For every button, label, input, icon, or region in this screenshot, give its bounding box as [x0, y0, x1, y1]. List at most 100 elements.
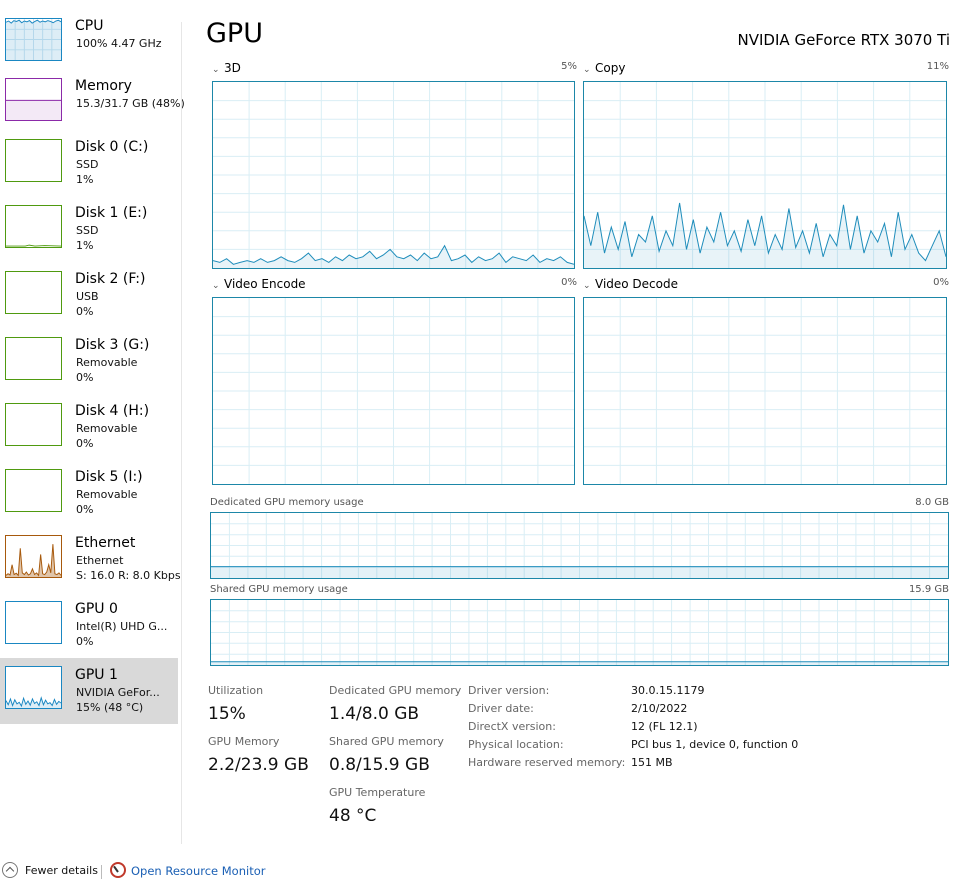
shared-gpu-memory-value: 0.8/15.9 GB	[329, 755, 430, 775]
dedicated-gpu-memory-value: 1.4/8.0 GB	[329, 704, 420, 724]
shared-memory-graph-label: Shared GPU memory usage	[210, 584, 348, 595]
chevron-down-icon: ⌄	[212, 65, 220, 75]
engine-percent: 11%	[926, 61, 949, 72]
sidebar-item-type: Removable	[76, 488, 138, 501]
sidebar-item-memory[interactable]: Memory 15.3/31.7 GB (48%)	[0, 78, 185, 144]
hardware-reserved-memory-label: Hardware reserved memory:	[468, 756, 626, 769]
dedicated-memory-graph-label: Dedicated GPU memory usage	[210, 497, 364, 508]
sidebar-item-disk-5[interactable]: Disk 5 (I:) Removable 0%	[0, 469, 178, 535]
gpu-device-name: NVIDIA GeForce RTX 3070 Ti	[737, 31, 950, 49]
sidebar-item-disk-2[interactable]: Disk 2 (F:) USB 0%	[0, 271, 178, 337]
disk-thumbnail-graph	[5, 205, 62, 248]
sidebar-item-adapter: Intel(R) UHD G...	[76, 620, 168, 633]
sidebar-item-detail: 15.3/31.7 GB (48%)	[76, 97, 185, 110]
sidebar-item-type: SSD	[76, 158, 99, 171]
chevron-down-icon: ⌄	[583, 281, 591, 291]
memory-usage-fill	[211, 566, 948, 578]
physical-location-value: PCI bus 1, device 0, function 0	[631, 738, 799, 751]
directx-version-value: 12 (FL 12.1)	[631, 720, 698, 733]
chevron-down-icon: ⌄	[212, 281, 220, 291]
engine-header-3d: ⌄ 3D 5%	[212, 61, 577, 77]
dedicated-memory-graph-max: 8.0 GB	[915, 497, 949, 508]
gpu-temperature-label: GPU Temperature	[329, 786, 426, 799]
driver-version-label: Driver version:	[468, 684, 550, 697]
chevron-down-icon: ⌄	[583, 65, 591, 75]
sidebar-item-title: Disk 0 (C:)	[75, 139, 149, 155]
sidebar-divider	[181, 22, 182, 844]
sidebar-item-usage: 1%	[76, 173, 94, 186]
engine-graph-video-decode	[583, 297, 947, 485]
performance-sidebar: CPU 100% 4.47 GHz Memory 15.3/31.7 GB (4…	[0, 0, 185, 850]
gpu-thumbnail-graph	[5, 666, 62, 709]
engine-selector-video-decode[interactable]: ⌄ Video Decode	[583, 277, 678, 291]
ethernet-thumbnail-graph	[5, 535, 62, 578]
disk-thumbnail-graph	[5, 271, 62, 314]
sidebar-item-gpu-1[interactable]: GPU 1 NVIDIA GeFor... 15% (48 °C)	[0, 658, 178, 724]
gpu-thumbnail-graph	[5, 601, 62, 644]
cpu-thumb-area	[6, 20, 61, 60]
sidebar-item-detail: 100% 4.47 GHz	[76, 37, 162, 50]
chevron-up-circle-icon	[2, 862, 18, 878]
gpu-memory-label: GPU Memory	[208, 735, 280, 748]
engine-name: Copy	[595, 61, 626, 75]
sidebar-item-throughput: S: 16.0 R: 8.0 Kbps	[76, 569, 181, 582]
driver-date-label: Driver date:	[468, 702, 534, 715]
directx-version-label: DirectX version:	[468, 720, 556, 733]
engine-selector-3d[interactable]: ⌄ 3D	[212, 61, 241, 75]
shared-memory-graph-max: 15.9 GB	[908, 584, 949, 595]
sidebar-item-title: GPU 0	[75, 601, 118, 617]
dedicated-memory-graph	[210, 512, 949, 579]
engine-selector-copy[interactable]: ⌄ Copy	[583, 61, 625, 75]
sidebar-item-ethernet[interactable]: Ethernet Ethernet S: 16.0 R: 8.0 Kbps	[0, 535, 181, 601]
sidebar-item-usage: 0%	[76, 371, 94, 384]
page-title: GPU	[206, 18, 263, 49]
sidebar-item-disk-1[interactable]: Disk 1 (E:) SSD 1%	[0, 205, 178, 271]
gpu-temperature-value: 48 °C	[329, 806, 377, 826]
engine-name: Video Encode	[224, 277, 306, 291]
memory-thumbnail-graph	[5, 78, 62, 121]
sidebar-item-title: Disk 5 (I:)	[75, 469, 143, 485]
shared-memory-graph	[210, 599, 949, 666]
engine-percent: 5%	[561, 61, 577, 72]
sidebar-item-disk-3[interactable]: Disk 3 (G:) Removable 0%	[0, 337, 178, 403]
engine-graph-video-encode	[212, 297, 575, 485]
sidebar-item-usage: 0%	[76, 437, 94, 450]
sidebar-item-disk-0[interactable]: Disk 0 (C:) SSD 1%	[0, 139, 178, 205]
sidebar-item-usage: 1%	[76, 239, 94, 252]
sidebar-item-title: Disk 2 (F:)	[75, 271, 146, 287]
disk-thumbnail-graph	[5, 337, 62, 380]
disk-thumbnail-graph	[5, 403, 62, 446]
sidebar-item-title: CPU	[75, 18, 104, 34]
sidebar-item-title: Disk 1 (E:)	[75, 205, 148, 221]
physical-location-label: Physical location:	[468, 738, 564, 751]
engine-header-video-decode: ⌄ Video Decode 0%	[583, 277, 949, 293]
sidebar-item-type: Removable	[76, 422, 138, 435]
sidebar-item-adapter: NVIDIA GeFor...	[76, 686, 160, 699]
hardware-reserved-memory-value: 151 MB	[631, 756, 673, 769]
sidebar-item-title: Ethernet	[75, 535, 136, 551]
cpu-thumbnail-graph	[5, 18, 62, 61]
driver-date-value: 2/10/2022	[631, 702, 688, 715]
sidebar-item-type: SSD	[76, 224, 99, 237]
open-resource-monitor-label: Open Resource Monitor	[131, 864, 266, 878]
utilization-label: Utilization	[208, 684, 264, 697]
sidebar-item-type: USB	[76, 290, 99, 303]
utilization-value: 15%	[208, 704, 246, 724]
dedicated-gpu-memory-label: Dedicated GPU memory	[329, 684, 462, 697]
engine-graph-3d	[212, 81, 575, 269]
sidebar-item-disk-4[interactable]: Disk 4 (H:) Removable 0%	[0, 403, 178, 469]
sidebar-item-usage: 0%	[76, 503, 94, 516]
engine-header-copy: ⌄ Copy 11%	[583, 61, 949, 77]
sidebar-item-usage: 0%	[76, 305, 94, 318]
sidebar-item-usage: 0%	[76, 635, 94, 648]
engine-name: Video Decode	[595, 277, 678, 291]
footer-divider	[101, 865, 102, 879]
gpu-memory-value: 2.2/23.9 GB	[208, 755, 309, 775]
driver-version-value: 30.0.15.1179	[631, 684, 705, 697]
shared-gpu-memory-label: Shared GPU memory	[329, 735, 444, 748]
engine-percent: 0%	[933, 277, 949, 288]
sidebar-item-title: Disk 3 (G:)	[75, 337, 150, 353]
engine-selector-video-encode[interactable]: ⌄ Video Encode	[212, 277, 306, 291]
sidebar-item-cpu[interactable]: CPU 100% 4.47 GHz	[0, 18, 178, 84]
sidebar-item-title: Memory	[75, 78, 132, 94]
